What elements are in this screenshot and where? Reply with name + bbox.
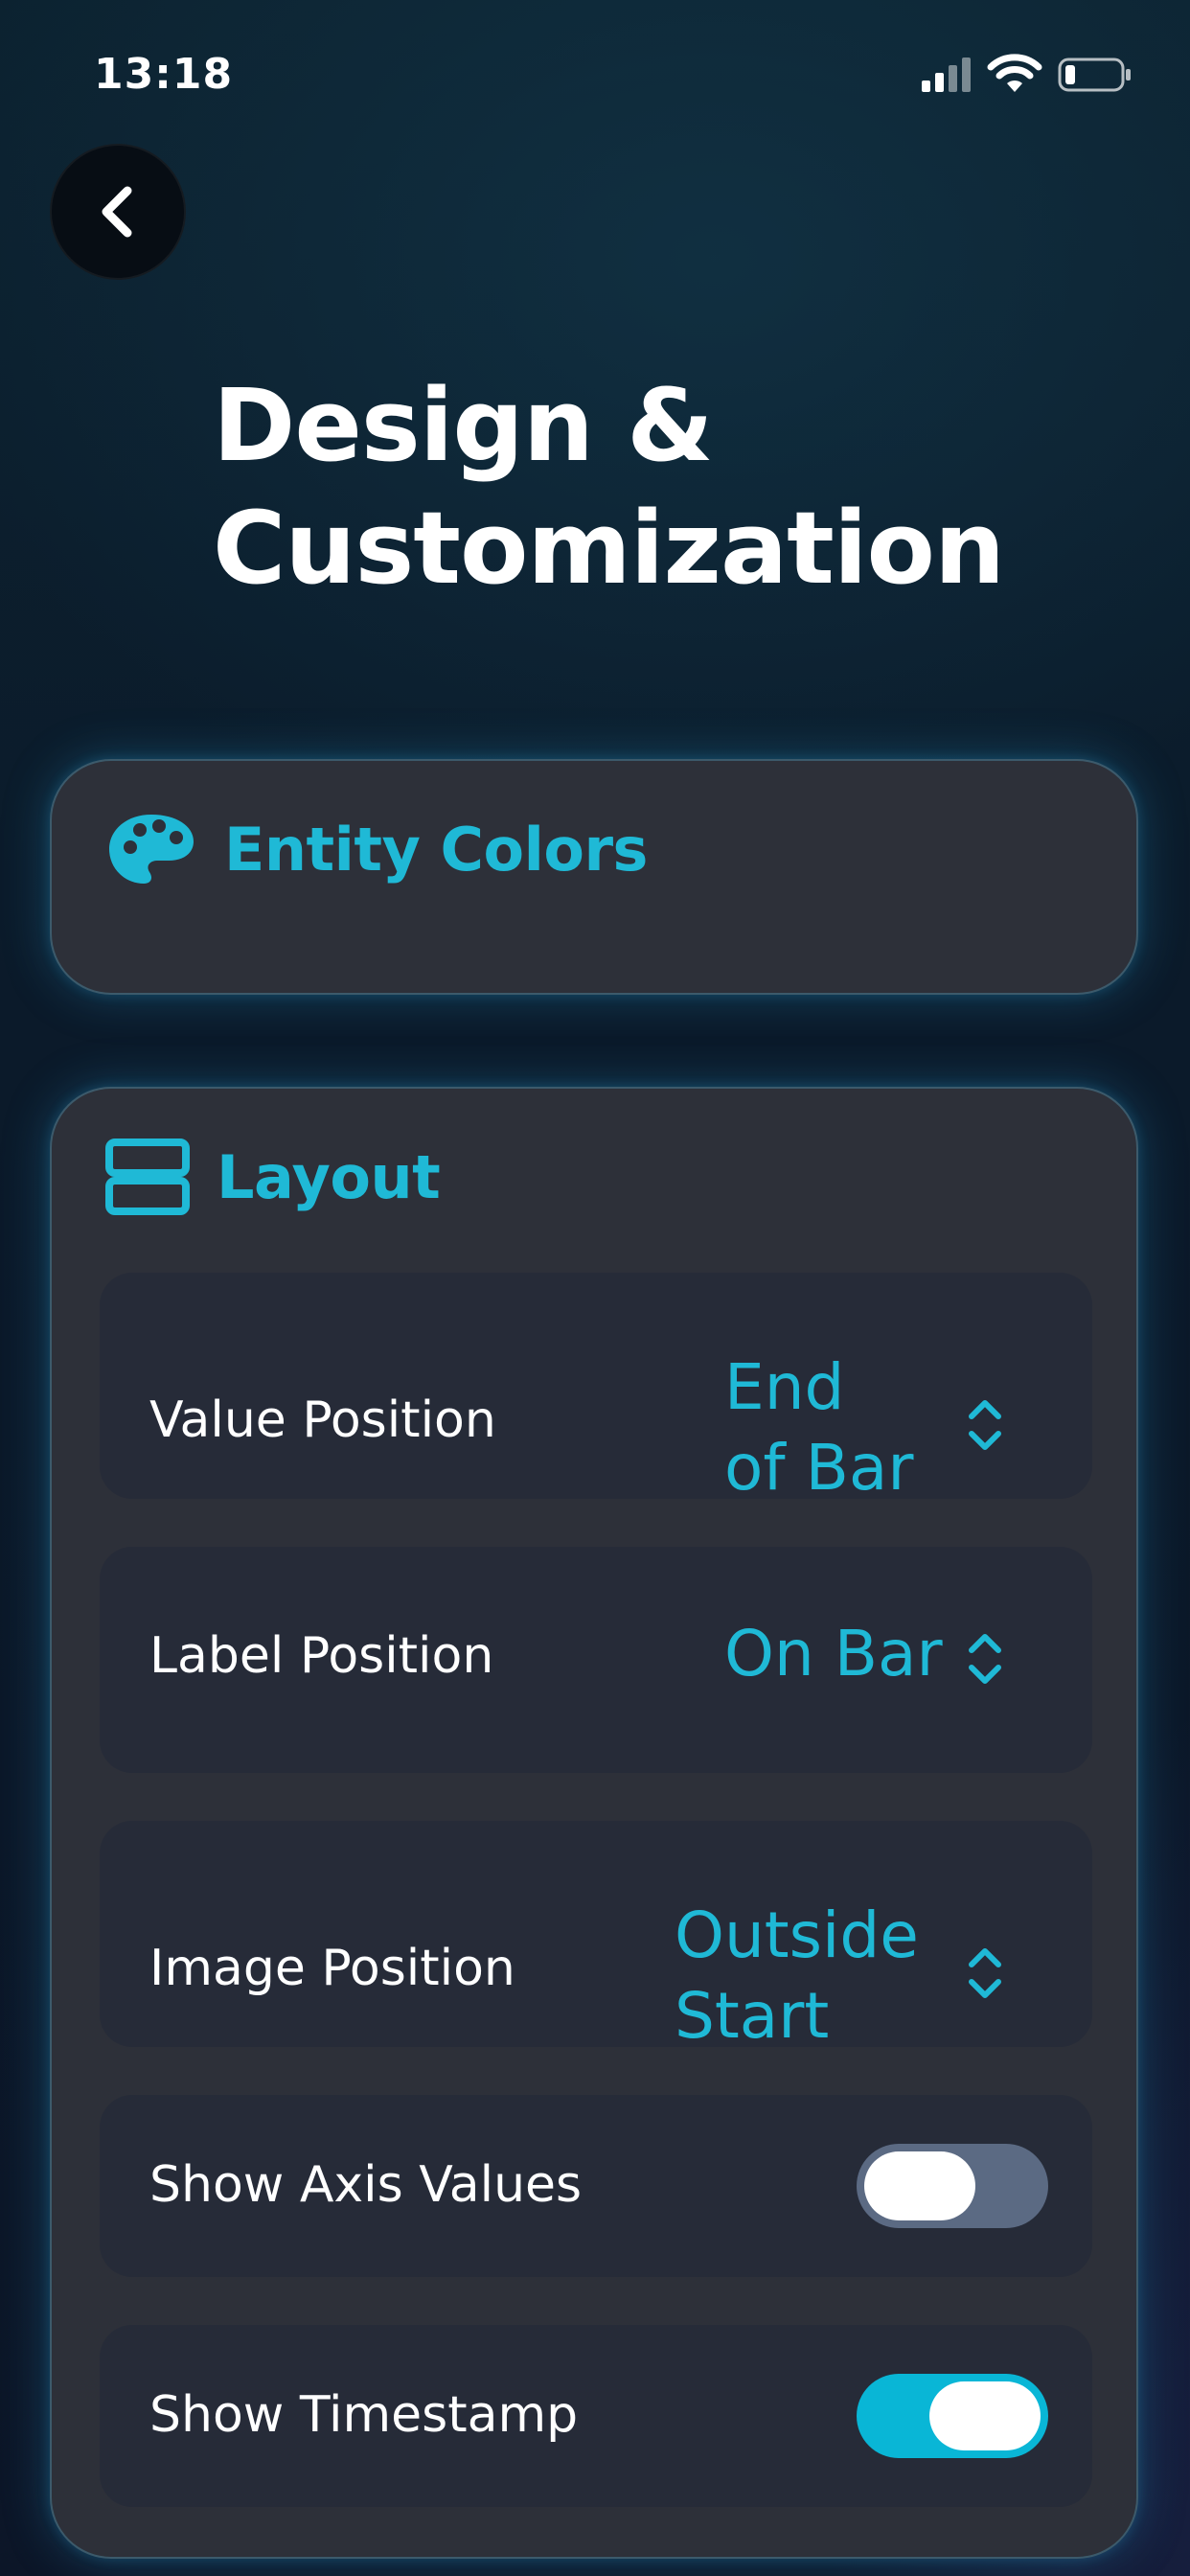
signal-icon [922, 58, 971, 92]
battery-icon [1058, 58, 1131, 92]
label-position-row[interactable]: Label Position On Bar [100, 1547, 1092, 1773]
label-position-label: Label Position [149, 1627, 494, 1685]
value-position-label: Value Position [149, 1392, 496, 1449]
chevron-up-down-icon [969, 1948, 1001, 1998]
show-axis-values-label: Show Axis Values [149, 2156, 583, 2214]
page-title-line2: Customization [213, 490, 1005, 607]
rows-icon [105, 1138, 190, 1215]
value-position-value-line1: End [724, 1350, 845, 1424]
show-axis-values-toggle[interactable] [857, 2144, 1048, 2228]
back-button[interactable] [50, 144, 186, 280]
status-bar: 13:18 [0, 0, 1190, 144]
palette-icon [109, 815, 194, 884]
image-position-label: Image Position [149, 1940, 515, 1997]
page-title: Design & Customization [213, 364, 1123, 610]
value-position-row[interactable]: Value Position End of Bar [100, 1273, 1092, 1505]
image-position-value-line1: Outside [675, 1898, 919, 1972]
layout-card: Layout Value Position End of Bar Label P… [50, 1087, 1138, 2559]
toggle-knob [929, 2381, 1041, 2450]
page-title-line1: Design & [213, 367, 714, 484]
image-position-value[interactable]: Outside Start [675, 1896, 919, 2057]
show-timestamp-toggle[interactable] [857, 2374, 1048, 2458]
chevron-up-down-icon [969, 1634, 1001, 1684]
entity-colors-header: Entity Colors [105, 811, 648, 887]
status-time: 13:18 [94, 50, 234, 99]
show-axis-values-row: Show Axis Values [100, 2095, 1092, 2277]
image-position-row[interactable]: Image Position Outside Start [100, 1821, 1092, 2053]
value-position-value-line2: of Bar [724, 1431, 914, 1505]
entity-colors-card[interactable]: Entity Colors [50, 759, 1138, 995]
entity-colors-title: Entity Colors [224, 814, 648, 885]
chevron-left-icon [102, 186, 132, 238]
value-position-value[interactable]: End of Bar [724, 1347, 913, 1508]
toggle-knob [864, 2151, 975, 2220]
layout-header: Layout [105, 1138, 441, 1215]
chevron-up-down-icon [969, 1400, 1001, 1450]
show-timestamp-label: Show Timestamp [149, 2386, 579, 2444]
show-timestamp-row: Show Timestamp [100, 2325, 1092, 2507]
wifi-icon [987, 54, 1042, 92]
image-position-value-line2: Start [675, 1979, 830, 2053]
label-position-value[interactable]: On Bar [724, 1614, 943, 1694]
layout-title: Layout [217, 1141, 441, 1212]
